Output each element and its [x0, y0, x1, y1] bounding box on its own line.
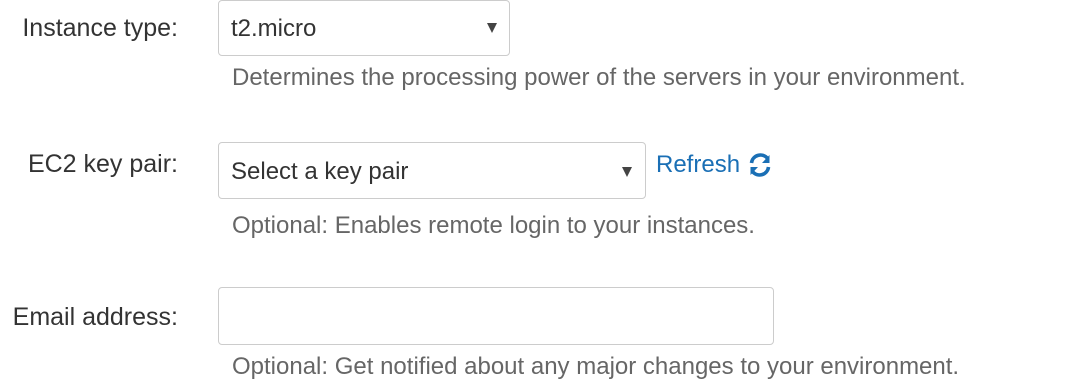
- key-pair-value: Select a key pair: [231, 158, 409, 185]
- chevron-down-icon: [622, 167, 632, 177]
- environment-settings-form: Instance type: t2.micro Determines the p…: [0, 0, 1070, 385]
- instance-type-value: t2.micro: [231, 15, 317, 42]
- instance-type-help: Determines the processing power of the s…: [232, 64, 966, 91]
- instance-type-select[interactable]: t2.micro: [218, 0, 510, 56]
- chevron-down-icon: [487, 23, 497, 33]
- key-pair-help: Optional: Enables remote login to your i…: [232, 212, 755, 239]
- refresh-link[interactable]: Refresh: [656, 150, 772, 180]
- refresh-label: Refresh: [656, 151, 741, 178]
- email-help: Optional: Get notified about any major c…: [232, 353, 960, 380]
- refresh-icon: [749, 153, 771, 177]
- instance-type-label: Instance type:: [22, 14, 178, 42]
- email-label: Email address:: [12, 303, 178, 331]
- email-field[interactable]: [218, 287, 774, 345]
- key-pair-label: EC2 key pair:: [27, 150, 178, 178]
- key-pair-select[interactable]: Select a key pair: [218, 142, 646, 199]
